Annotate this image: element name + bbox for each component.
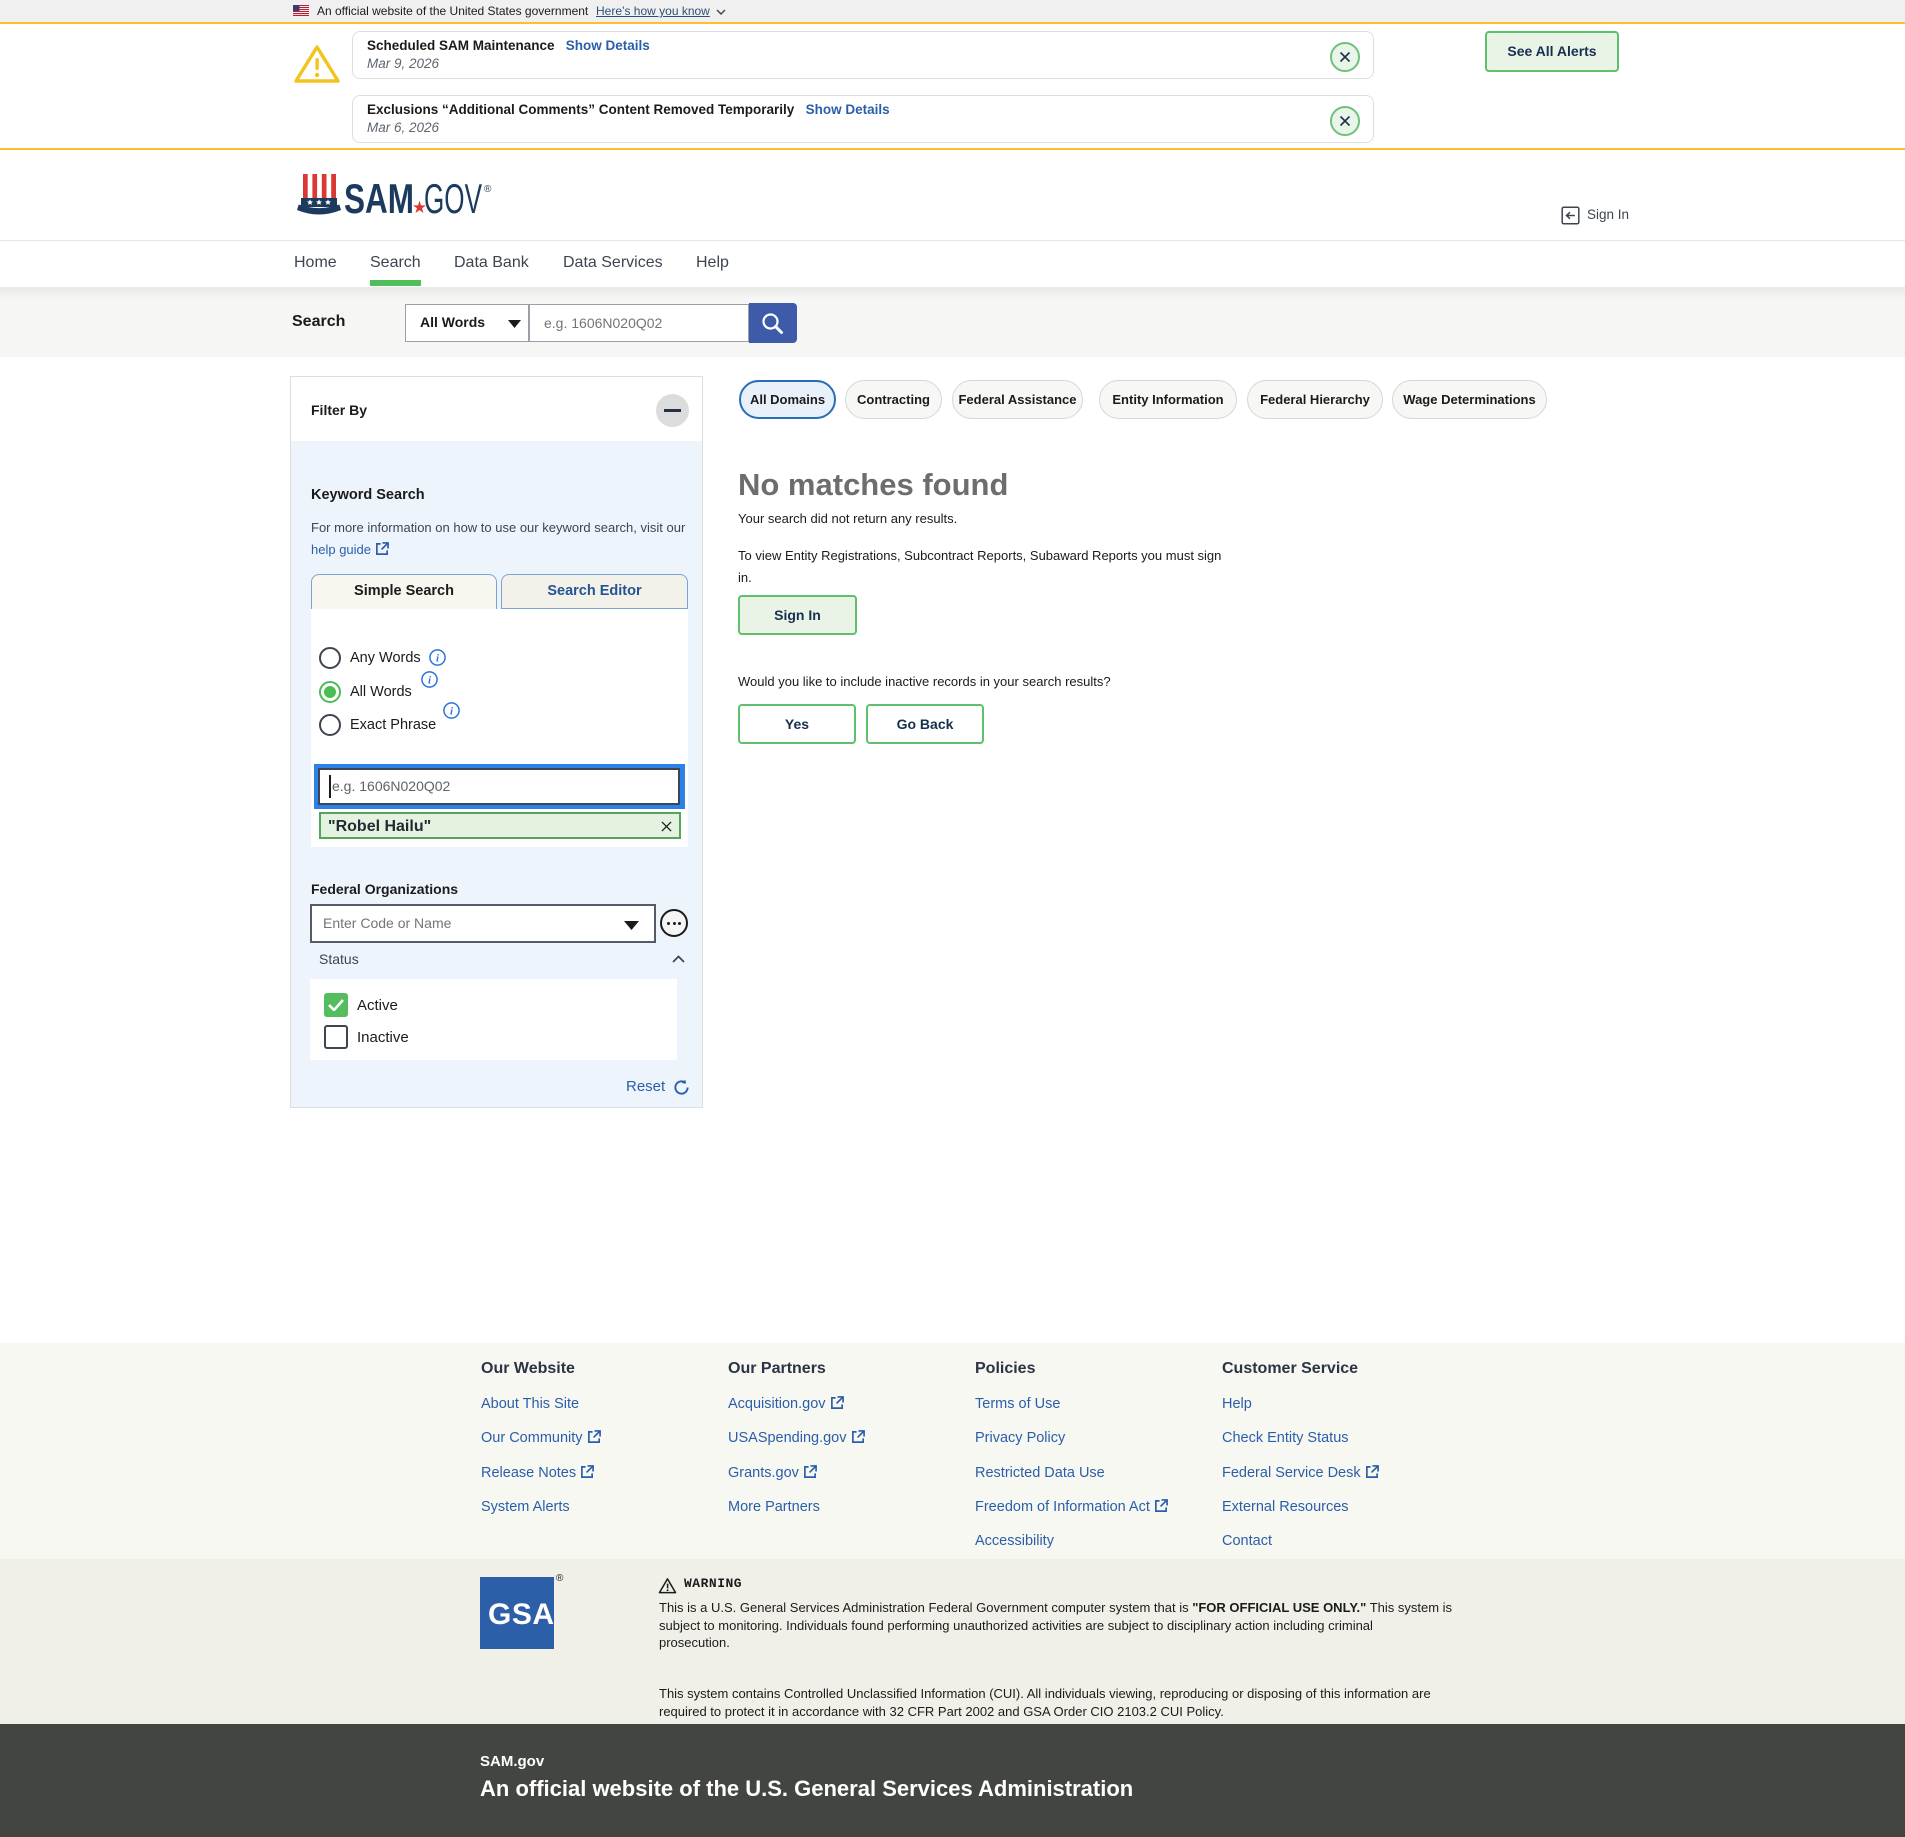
svg-text:®: ® bbox=[484, 184, 492, 195]
svg-text:i: i bbox=[436, 652, 440, 664]
svg-text:SAM: SAM bbox=[344, 175, 414, 220]
svg-text:GOV: GOV bbox=[424, 175, 482, 220]
svg-text:i: i bbox=[450, 705, 454, 717]
svg-text:i: i bbox=[428, 674, 432, 686]
